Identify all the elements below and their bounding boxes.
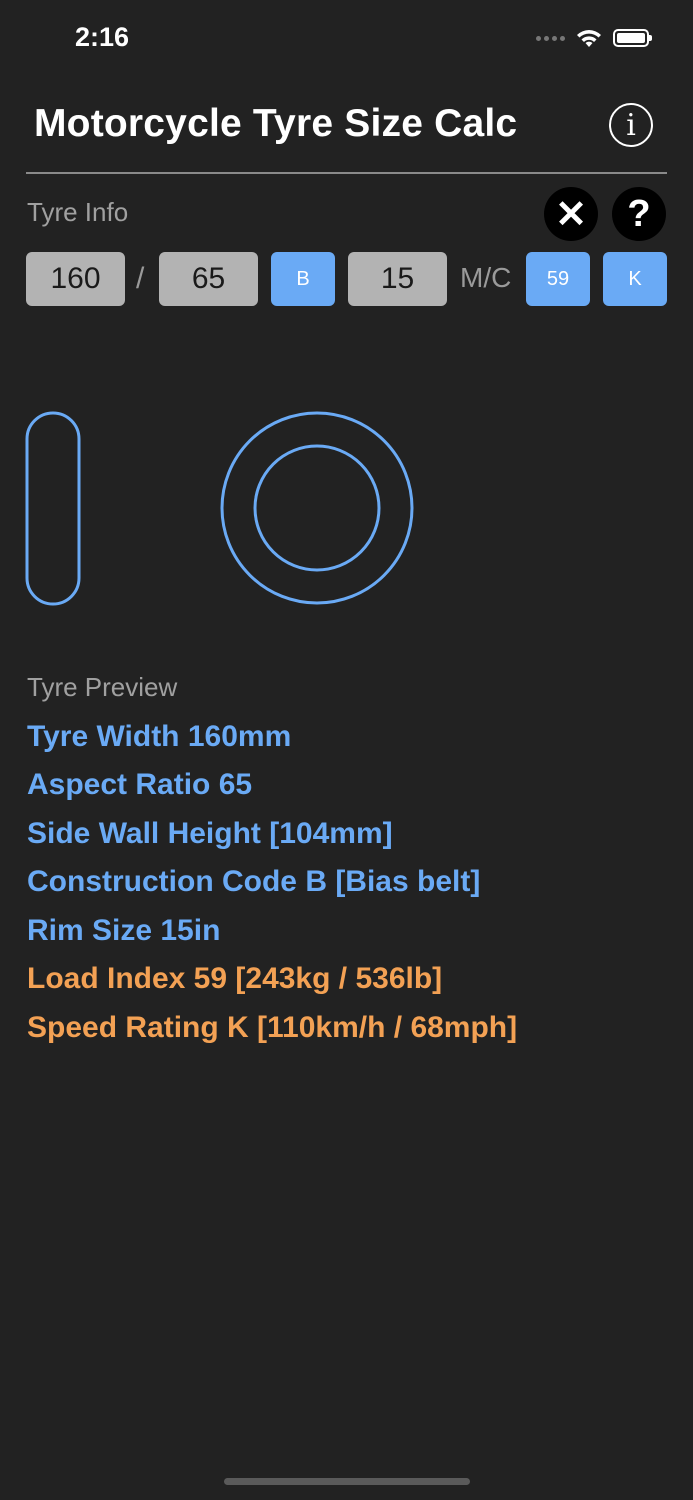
- page-title: Motorcycle Tyre Size Calc: [34, 102, 518, 145]
- speed-rating-line: Speed Rating K [110km/h / 68mph]: [27, 1011, 518, 1044]
- tyre-width-line: Tyre Width 160mm: [27, 720, 292, 753]
- mc-label: M/C: [460, 262, 512, 293]
- status-time: 2:16: [75, 22, 130, 52]
- info-icon: i: [626, 107, 636, 143]
- tyre-outer-circle: [220, 411, 414, 605]
- help-button[interactable]: ?: [612, 187, 666, 241]
- aspect-ratio-field[interactable]: 65: [159, 252, 258, 306]
- tyre-info-label: Tyre Info: [27, 197, 129, 227]
- width-field[interactable]: 160: [26, 252, 125, 306]
- close-icon: ✕: [555, 193, 587, 236]
- wifi-icon: [577, 30, 601, 47]
- construction-code-button[interactable]: B: [271, 252, 335, 306]
- side-wall-height-line: Side Wall Height [104mm]: [27, 817, 393, 850]
- info-button[interactable]: i: [609, 103, 653, 147]
- tyre-preview-label: Tyre Preview: [27, 672, 178, 702]
- load-index-button[interactable]: 59: [526, 252, 590, 306]
- home-indicator[interactable]: [224, 1478, 470, 1485]
- tyre-rim-circle: [253, 444, 381, 572]
- slash-separator: /: [136, 262, 145, 295]
- battery-icon: [613, 29, 652, 47]
- status-bar: 2:16: [0, 0, 693, 80]
- rim-size-field[interactable]: 15: [348, 252, 447, 306]
- status-icons: [536, 28, 652, 48]
- aspect-ratio-line: Aspect Ratio 65: [27, 768, 253, 801]
- tyre-side-profile: [25, 411, 81, 606]
- construction-code-line: Construction Code B [Bias belt]: [27, 865, 481, 898]
- rim-size-line: Rim Size 15in: [27, 914, 221, 947]
- load-index-line: Load Index 59 [243kg / 536lb]: [27, 962, 443, 995]
- header-divider: [26, 172, 667, 174]
- clear-button[interactable]: ✕: [544, 187, 598, 241]
- question-icon: ?: [627, 192, 651, 235]
- speed-rating-button[interactable]: K: [603, 252, 667, 306]
- cellular-signal-icon: [536, 35, 565, 41]
- tyre-preview-graphic: [25, 411, 414, 606]
